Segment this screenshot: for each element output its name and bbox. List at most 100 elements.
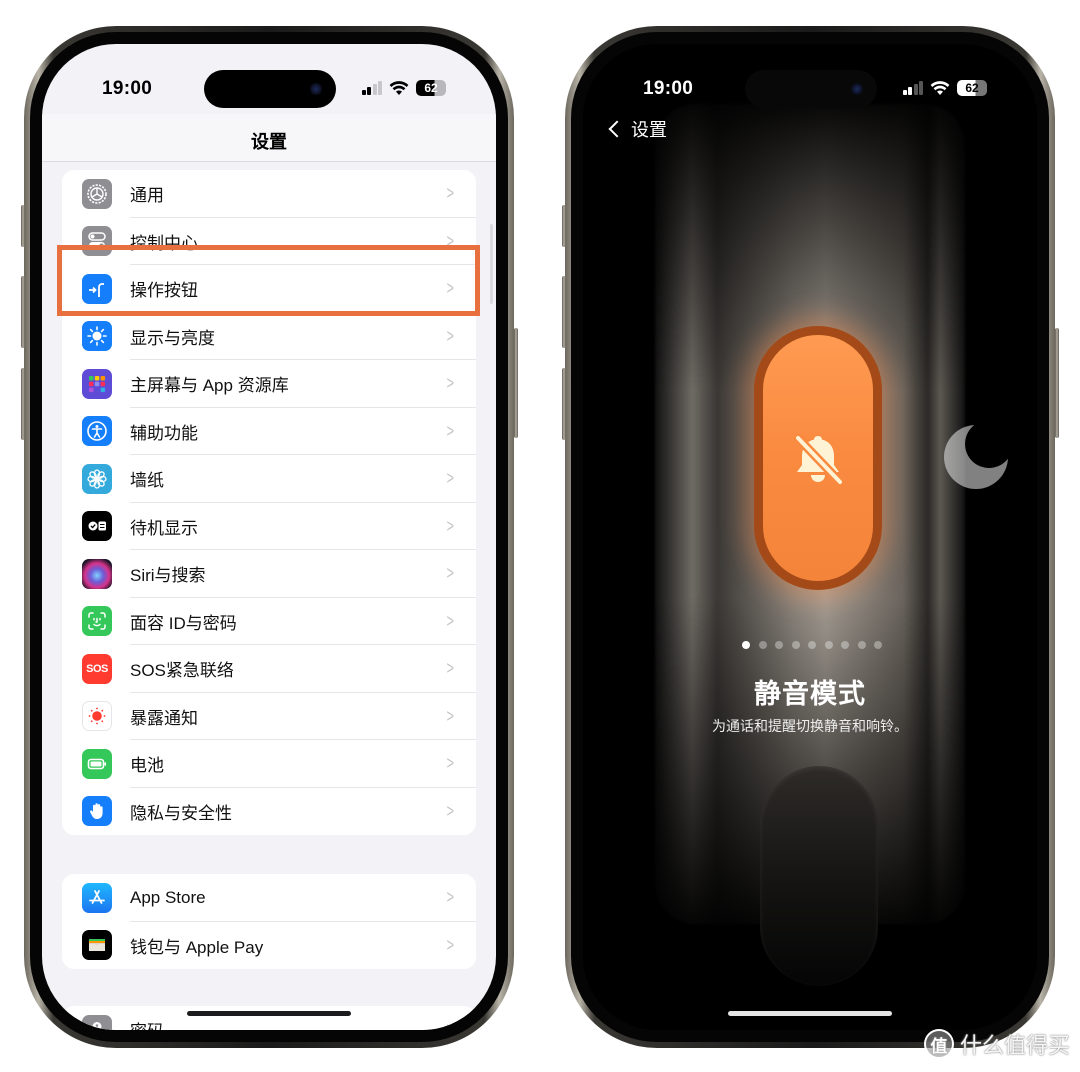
settings-item-battery[interactable]: 电池 > [62,740,476,788]
sun-icon [82,321,112,352]
settings-item-label: Siri与搜索 [130,566,206,586]
settings-item-label: 墙纸 [130,471,164,491]
chevron-right-icon: > [447,420,455,441]
chevron-right-icon: > [447,183,455,204]
chevron-right-icon: > [447,563,455,584]
settings-item-display-brightness[interactable]: 显示与亮度 > [62,313,476,360]
back-button-label: 设置 [631,120,667,140]
front-camera [851,83,863,95]
settings-item-emergency-sos[interactable]: SOS SOS紧急联络 > [62,645,476,693]
mode-title: 静音模式 [754,679,866,709]
settings-item-label: App Store [130,887,206,907]
face-id-icon [82,606,112,637]
key-icon [82,1014,112,1030]
right-phone: 19:00 62 设置 静音模式 为通话和提醒切换静音和响铃。 [565,26,1055,1048]
battery-icon [82,748,112,779]
app-store-icon [82,882,112,913]
page-dot[interactable] [841,641,849,649]
side-power-button [1055,328,1059,438]
settings-item-accessibility[interactable]: 辅助功能 > [62,408,476,455]
settings-item-exposure-notifications[interactable]: 暴露通知 > [62,693,476,740]
wallet-icon [82,930,112,961]
settings-screen: 19:00 62 设置 通用 > 控制中心 > 操作按钮 > 显示与亮度 > 主… [42,44,496,1030]
chevron-right-icon: > [447,934,455,955]
watermark-text: 什么值得买 [959,1033,1070,1058]
settings-item-app-store[interactable]: App Store > [62,874,476,922]
chevron-right-icon: > [447,515,455,536]
settings-item-label: 电池 [130,756,164,776]
cellular-signal-icon [902,81,923,95]
volume-up-button [562,276,566,348]
dynamic-island [745,70,877,108]
settings-item-label: 通用 [130,186,164,206]
home-indicator[interactable] [728,1011,892,1016]
side-power-button [514,328,518,438]
settings-item-wallet[interactable]: 钱包与 Apple Pay > [62,922,476,970]
chevron-right-icon: > [447,325,455,346]
scrollbar[interactable] [490,224,493,304]
action-button-hardware [21,205,25,247]
page-indicator[interactable] [583,641,1037,649]
chevron-right-icon: > [447,800,455,821]
siri-icon [82,558,112,589]
bell-slash-icon [793,433,845,487]
settings-item-standby[interactable]: 待机显示 > [62,503,476,550]
page-dot[interactable] [758,641,767,649]
chevron-right-icon: > [447,468,455,489]
back-button[interactable]: 设置 [608,116,667,142]
moon-icon [944,425,1008,489]
left-phone: 19:00 62 设置 通用 > 控制中心 > 操作按钮 > 显示与亮度 > 主… [24,26,514,1048]
status-icons: 62 [361,80,446,96]
status-time: 19:00 [102,78,153,99]
settings-item-label: 辅助功能 [130,423,198,443]
next-mode-preview[interactable] [943,424,1009,490]
wifi-icon [930,81,950,95]
settings-item-siri[interactable]: Siri与搜索 > [62,550,476,598]
page-dot[interactable] [824,641,833,649]
exposure-icon [82,701,112,732]
flower-icon [82,463,112,494]
settings-item-label: 隐私与安全性 [130,803,232,823]
gear-icon [82,178,112,209]
page-dot[interactable] [742,641,750,649]
settings-item-home-screen[interactable]: 主屏幕与 App 资源库 > [62,360,476,408]
right-phone-bezel: 19:00 62 设置 静音模式 为通话和提醒切换静音和响铃。 [571,32,1049,1042]
dynamic-island [204,70,336,108]
settings-item-privacy[interactable]: 隐私与安全性 > [62,788,476,836]
action-button-screen: 19:00 62 设置 静音模式 为通话和提醒切换静音和响铃。 [583,44,1037,1030]
chevron-right-icon: > [447,373,455,394]
page-dot[interactable] [775,641,783,649]
status-bar: 19:00 62 [583,44,1037,114]
settings-item-general[interactable]: 通用 > [62,170,476,218]
settings-item-label: 暴露通知 [130,708,198,728]
nav-bar: 设置 [42,114,496,162]
settings-item-label: 钱包与 Apple Pay [130,937,264,957]
settings-item-face-id[interactable]: 面容 ID与密码 > [62,598,476,645]
chevron-right-icon: > [447,705,455,726]
watermark-logo: 值 [923,1029,954,1059]
hand-icon [82,796,112,827]
settings-item-wallpaper[interactable]: 墙纸 > [62,455,476,503]
action-button-preview[interactable] [754,326,882,590]
page-title: 设置 [251,132,287,152]
settings-item-label: 密码 [130,1017,164,1030]
page-dot[interactable] [874,641,882,649]
watermark: 值 什么值得买 [923,1028,1070,1060]
accessibility-icon [82,416,112,447]
volume-up-button [21,276,25,348]
status-icons: 62 [902,80,987,96]
chevron-right-icon: > [447,753,455,774]
settings-group-store: App Store > 钱包与 Apple Pay > [62,874,476,969]
status-time: 19:00 [643,78,694,99]
settings-item-passwords[interactable]: 密码 > [62,1006,476,1030]
page-dot[interactable] [808,641,816,649]
action-button-silhouette [760,766,878,986]
page-dot[interactable] [791,641,800,649]
cellular-signal-icon [361,81,382,95]
home-indicator[interactable] [187,1011,351,1016]
volume-down-button [562,368,566,440]
battery-icon: 62 [416,80,446,96]
volume-down-button [21,368,25,440]
page-dot[interactable] [857,641,866,649]
left-phone-bezel: 19:00 62 设置 通用 > 控制中心 > 操作按钮 > 显示与亮度 > 主… [30,32,508,1042]
